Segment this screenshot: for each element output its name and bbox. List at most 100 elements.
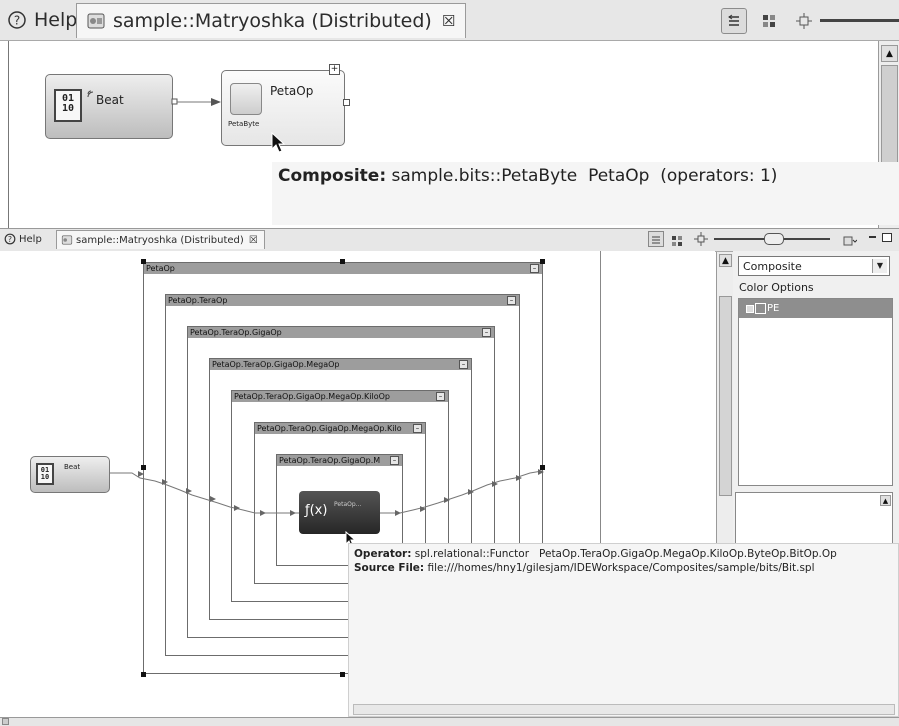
color-scheme-value: Composite [743,260,802,273]
operator-key: Operator: [354,548,412,560]
layout-icon [728,14,739,26]
tab-matryoshka-small-label: sample::Matryoshka (Distributed) [76,234,244,246]
pe-icon [755,303,766,314]
tab-matryoshka-small[interactable]: sample::Matryoshka (Distributed) ☒ [56,230,265,249]
composite-label: PetaOp.TeraOp.GigaOp.MegaOp [212,360,340,369]
color-options-label: Color Options [739,281,814,294]
operator-tooltip: Operator: spl.relational::Functor PetaOp… [348,543,899,717]
bits-row-2: 10 [40,473,50,481]
beat-label: Beat [64,463,81,471]
composite-label: PetaOp.TeraOp.GigaOp.MegaOp.Kilo [257,424,402,433]
bits-icon: 01 10 [54,89,82,122]
tab-help[interactable]: ? Help [6,3,77,37]
close-icon[interactable]: ☒ [442,12,455,30]
pan-button-small[interactable] [694,231,708,246]
selection-handle[interactable] [141,259,146,264]
dropdown-arrow-icon[interactable]: ▼ [872,259,887,273]
scroll-thumb[interactable] [881,65,898,175]
composite-label: PetaOp.TeraOp.GigaOp.M [279,456,381,465]
scroll-up-arrow-icon[interactable]: ▲ [719,254,732,267]
functor-operator[interactable]: ƒ(x) PetaOp... [299,491,380,534]
scroll-up-arrow-icon[interactable]: ▲ [881,45,898,62]
composite-label: PetaOp.TeraOp.GigaOp.MegaOp.KiloOp [234,392,390,401]
function-icon: ƒ(x) [305,503,328,518]
tab-help-label: Help [34,9,78,31]
petaop-label: PetaOp [270,84,314,98]
bits-icon: 01 10 [36,463,54,485]
layout-icon [652,236,660,244]
color-options-list[interactable] [738,298,893,486]
functor-label: PetaOp... [334,501,362,508]
collapse-icon[interactable]: – [507,296,516,305]
selection-handle[interactable] [141,672,146,677]
selection-handle[interactable] [340,672,345,677]
fit-icon [763,15,775,27]
top-editor-pane: ? Help sample::Matryoshka (Distributed) … [0,0,899,232]
composite-label: PetaOp.TeraOp.GigaOp [190,328,282,337]
fit-button[interactable] [756,8,782,34]
tooltip-text: sample.bits::PetaByte PetaOp (operators:… [391,166,778,186]
scroll-thumb[interactable] [719,296,732,496]
application-icon [85,10,107,32]
wireless-icon [86,83,100,98]
collapse-icon[interactable]: – [459,360,468,369]
tooltip-kind: Composite: [278,166,387,186]
minimize-icon[interactable] [869,236,876,238]
color-scheme-combo[interactable]: Composite ▼ [738,256,890,276]
collapse-icon[interactable]: – [482,328,491,337]
collapse-icon[interactable]: – [530,264,539,273]
selection-handle[interactable] [540,259,545,264]
scroll-up-arrow-icon[interactable]: ▲ [880,495,891,506]
fit-icon [672,236,682,246]
source-file-value: file:///homes/hny1/gilesjam/IDEWorkspace… [427,562,815,574]
move-icon [796,13,812,29]
tab-matryoshka-label: sample::Matryoshka (Distributed) [113,10,432,32]
tooltip-scrollbar[interactable] [353,704,895,715]
composite-icon [230,83,262,115]
svg-text:?: ? [14,14,20,28]
composite-label: PetaOp.TeraOp [168,296,228,305]
layout-button-small[interactable] [648,231,664,247]
scroll-left-arrow-icon[interactable] [2,718,9,725]
list-item-label: PE [767,303,780,314]
view-menu-button[interactable] [843,232,858,246]
composite-header: PetaOp.TeraOp.GigaOp.MegaOp – [210,359,471,370]
checkbox-icon[interactable] [746,305,754,313]
tab-matryoshka[interactable]: sample::Matryoshka (Distributed) ☒ [76,3,467,38]
help-icon: ? [6,9,28,31]
collapse-icon[interactable]: – [436,392,445,401]
move-icon [694,232,708,246]
fit-button-small[interactable] [671,232,683,246]
tab-help-small-label: Help [19,233,42,245]
close-icon[interactable]: ☒ [249,235,258,246]
expand-icon[interactable]: + [329,64,340,75]
petabyte-label: PetaByte [228,120,260,128]
beat-operator-small[interactable]: 01 10 Beat [30,456,110,493]
composite-header: PetaOp.TeraOp.GigaOp – [188,327,494,338]
zoom-slider-thumb[interactable] [764,233,784,245]
beat-operator[interactable]: 01 10 Beat [45,74,173,139]
source-file-key: Source File: [354,562,425,574]
application-icon [61,235,73,245]
composite-label: PetaOp [146,264,175,273]
composite-tooltip: Composite: sample.bits::PetaByte PetaOp … [272,162,899,225]
tab-help-small[interactable]: ? Help [4,230,42,248]
operator-value: spl.relational::Functor PetaOp.TeraOp.Gi… [414,548,837,560]
composite-header: PetaOp.TeraOp.GigaOp.MegaOp.KiloOp – [232,391,448,402]
collapse-icon[interactable]: – [390,456,399,465]
selection-handle[interactable] [340,259,345,264]
help-icon: ? [4,233,16,245]
composite-header: PetaOp.TeraOp.GigaOp.MegaOp.Kilo – [255,423,425,434]
output-port [343,99,350,106]
view-menu-icon [843,236,858,246]
maximize-icon[interactable] [882,233,892,242]
bits-row-2: 10 [61,103,75,114]
pan-button[interactable] [791,8,817,34]
composite-header: PetaOp – [144,263,542,274]
zoom-slider-track[interactable] [820,19,899,22]
list-item-pe[interactable]: PE [739,299,892,318]
beat-label: Beat [96,93,124,107]
composite-header: PetaOp.TeraOp – [166,295,519,306]
layout-button[interactable] [721,8,747,34]
collapse-icon[interactable]: – [413,424,422,433]
